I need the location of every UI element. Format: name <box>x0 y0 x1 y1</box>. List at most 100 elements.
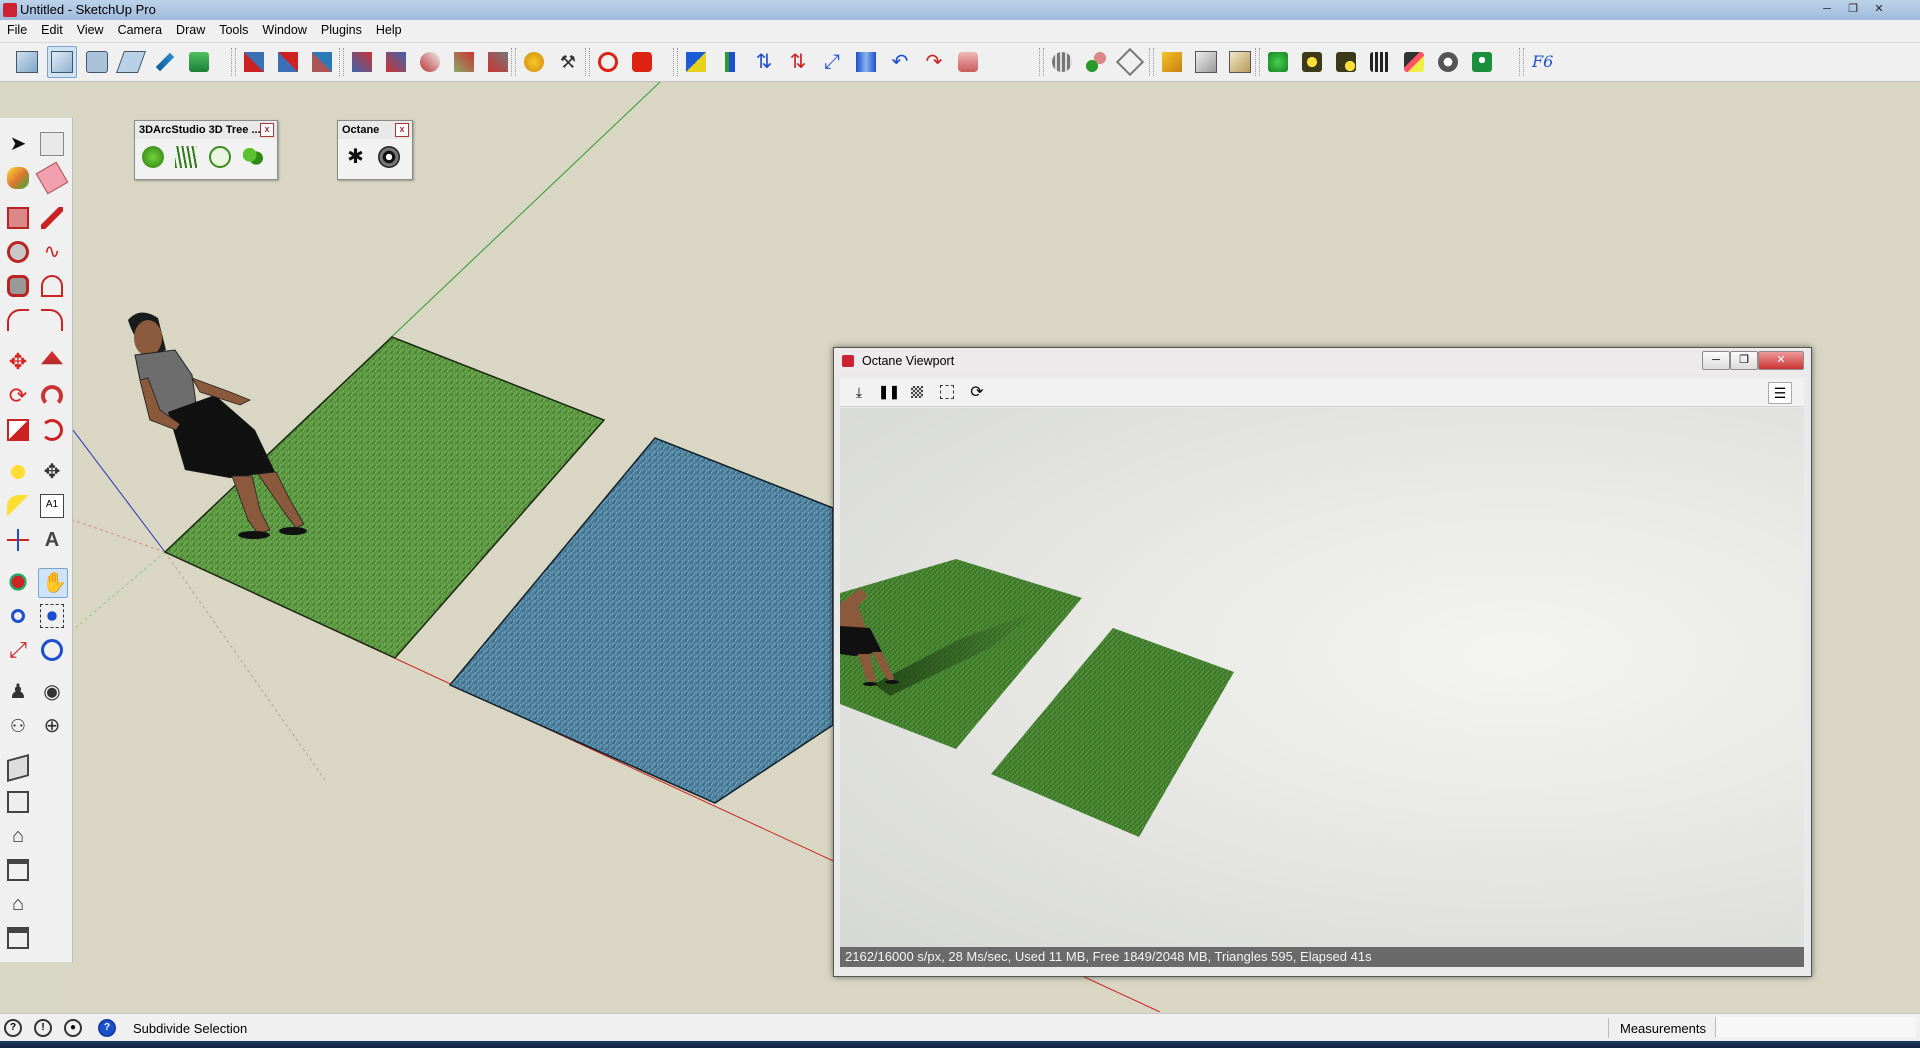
octane-titlebar[interactable]: Octane Viewport ─ ❐ ✕ <box>834 348 1811 374</box>
pencil-icon[interactable] <box>38 204 66 232</box>
maximize-icon[interactable]: ❐ <box>1730 351 1758 370</box>
power-icon[interactable] <box>1264 47 1292 77</box>
octane-render-canvas[interactable] <box>840 408 1804 954</box>
extension-icon[interactable] <box>4 924 32 952</box>
back-view-icon[interactable] <box>151 47 179 77</box>
share-model-icon[interactable] <box>4 788 32 816</box>
compass-icon[interactable] <box>520 47 548 77</box>
menu-window[interactable]: Window <box>255 20 313 37</box>
protractor-icon[interactable] <box>4 492 32 520</box>
octane-render-icon[interactable] <box>375 143 402 171</box>
wireframe-icon[interactable] <box>308 47 336 77</box>
position-camera-icon[interactable]: ♟ <box>4 678 32 706</box>
flip-icon[interactable] <box>852 47 880 77</box>
palette-close-button[interactable]: x <box>395 123 409 137</box>
menu-plugins[interactable]: Plugins <box>314 20 369 37</box>
zoom-extents-icon[interactable]: ⤢ <box>4 636 32 664</box>
undo-icon[interactable]: ↶ <box>886 47 914 77</box>
trim-icon[interactable] <box>1115 47 1145 77</box>
save-render-icon[interactable]: ⤓ <box>848 382 870 402</box>
section-plane-icon[interactable]: ⊕ <box>38 712 66 740</box>
grass-icon[interactable] <box>173 143 201 171</box>
octane-logo-icon[interactable]: ✱ <box>342 143 369 171</box>
tape-measure-icon[interactable] <box>4 458 32 486</box>
polygon-icon[interactable] <box>4 272 32 300</box>
measurements-field[interactable] <box>1715 1017 1916 1037</box>
sandbox-icon[interactable] <box>348 47 376 77</box>
rectangle-icon[interactable] <box>4 204 32 232</box>
ruby-icon[interactable] <box>594 47 622 77</box>
material-icon[interactable] <box>1400 47 1428 77</box>
stamp-icon[interactable] <box>450 47 478 77</box>
intersect-icon[interactable] <box>1082 47 1110 77</box>
3d-text-icon[interactable]: A <box>38 526 66 554</box>
cube-color-icon[interactable] <box>682 47 710 77</box>
hidden-line-icon[interactable] <box>382 47 410 77</box>
credits-icon[interactable]: ! <box>34 1019 52 1037</box>
warehouse-icon[interactable] <box>4 754 32 782</box>
film-icon[interactable] <box>1366 47 1394 77</box>
arc-icon[interactable] <box>38 272 66 300</box>
front-view-icon[interactable] <box>83 47 111 77</box>
bush-icon[interactable] <box>206 143 234 171</box>
circle-icon[interactable] <box>4 238 32 266</box>
menu-edit[interactable]: Edit <box>34 20 70 37</box>
move-up-icon[interactable]: ⇅ <box>750 47 778 77</box>
palette-title[interactable]: 3DArcStudio 3D Tree ... x <box>135 121 277 139</box>
house-icon[interactable]: ⌂ <box>4 890 32 918</box>
left-view-icon[interactable] <box>185 47 213 77</box>
hamburger-menu-icon[interactable]: ☰ <box>1768 382 1792 404</box>
dimension-icon[interactable]: ✥ <box>38 458 66 486</box>
component-edit-icon[interactable] <box>1192 47 1220 77</box>
move-down-icon[interactable]: ⇅ <box>784 47 812 77</box>
close-icon[interactable]: ✕ <box>1868 1 1890 17</box>
follow-me-icon[interactable] <box>38 382 66 410</box>
move-icon[interactable]: ✥ <box>4 348 32 376</box>
push-pull-icon[interactable] <box>38 348 66 376</box>
cursor-light-icon[interactable] <box>1332 47 1360 77</box>
minimize-icon[interactable]: ─ <box>1702 351 1730 370</box>
minimize-icon[interactable]: ─ <box>1816 1 1838 17</box>
shell-icon[interactable] <box>1048 47 1076 77</box>
tree-cluster-icon[interactable] <box>240 143 268 171</box>
shaded-icon[interactable] <box>416 47 444 77</box>
orbit-icon[interactable] <box>4 568 32 596</box>
region-icon[interactable] <box>936 382 958 402</box>
make-component-icon[interactable] <box>38 130 66 158</box>
menu-tools[interactable]: Tools <box>212 20 255 37</box>
component-icon[interactable] <box>1158 47 1186 77</box>
paint-bucket-icon[interactable] <box>4 164 32 192</box>
refresh-icon[interactable]: ⟳ <box>966 382 988 402</box>
close-icon[interactable]: ✕ <box>1758 351 1804 370</box>
fredo6-icon[interactable]: F6 <box>1528 47 1556 77</box>
freehand-icon[interactable]: ∿ <box>38 238 66 266</box>
eraser-icon[interactable] <box>35 161 69 195</box>
checker-icon[interactable] <box>906 382 928 402</box>
menu-help[interactable]: Help <box>369 20 409 37</box>
zoom-icon[interactable] <box>4 602 32 630</box>
right-view-icon[interactable] <box>115 47 147 77</box>
axes-icon[interactable] <box>4 526 32 554</box>
previous-view-icon[interactable] <box>38 636 66 664</box>
pause-icon[interactable]: ❚❚ <box>878 382 900 402</box>
text-icon[interactable]: A1 <box>38 492 66 520</box>
redo-icon[interactable]: ↷ <box>920 47 948 77</box>
scale-icon[interactable] <box>4 416 32 444</box>
offset-icon[interactable] <box>38 416 66 444</box>
help-icon[interactable]: ? <box>98 1019 116 1037</box>
rotate-icon[interactable]: ⟳ <box>4 382 32 410</box>
select-icon[interactable]: ➤ <box>4 130 32 158</box>
menu-draw[interactable]: Draw <box>169 20 212 37</box>
palette-close-button[interactable]: x <box>260 123 274 137</box>
geo-location-icon[interactable]: ? <box>4 1019 22 1037</box>
tools-icon[interactable]: ⚒ <box>554 47 582 77</box>
iso-view-icon[interactable] <box>13 47 41 77</box>
paint-icon[interactable] <box>954 47 982 77</box>
render-icon[interactable] <box>1468 47 1496 77</box>
user-icon[interactable]: ● <box>64 1019 82 1037</box>
maximize-icon[interactable]: ❐ <box>1842 1 1864 17</box>
tree-round-icon[interactable] <box>139 143 167 171</box>
menu-view[interactable]: View <box>70 20 111 37</box>
camera-icon[interactable] <box>628 47 656 77</box>
three-point-arc-icon[interactable] <box>38 306 66 334</box>
